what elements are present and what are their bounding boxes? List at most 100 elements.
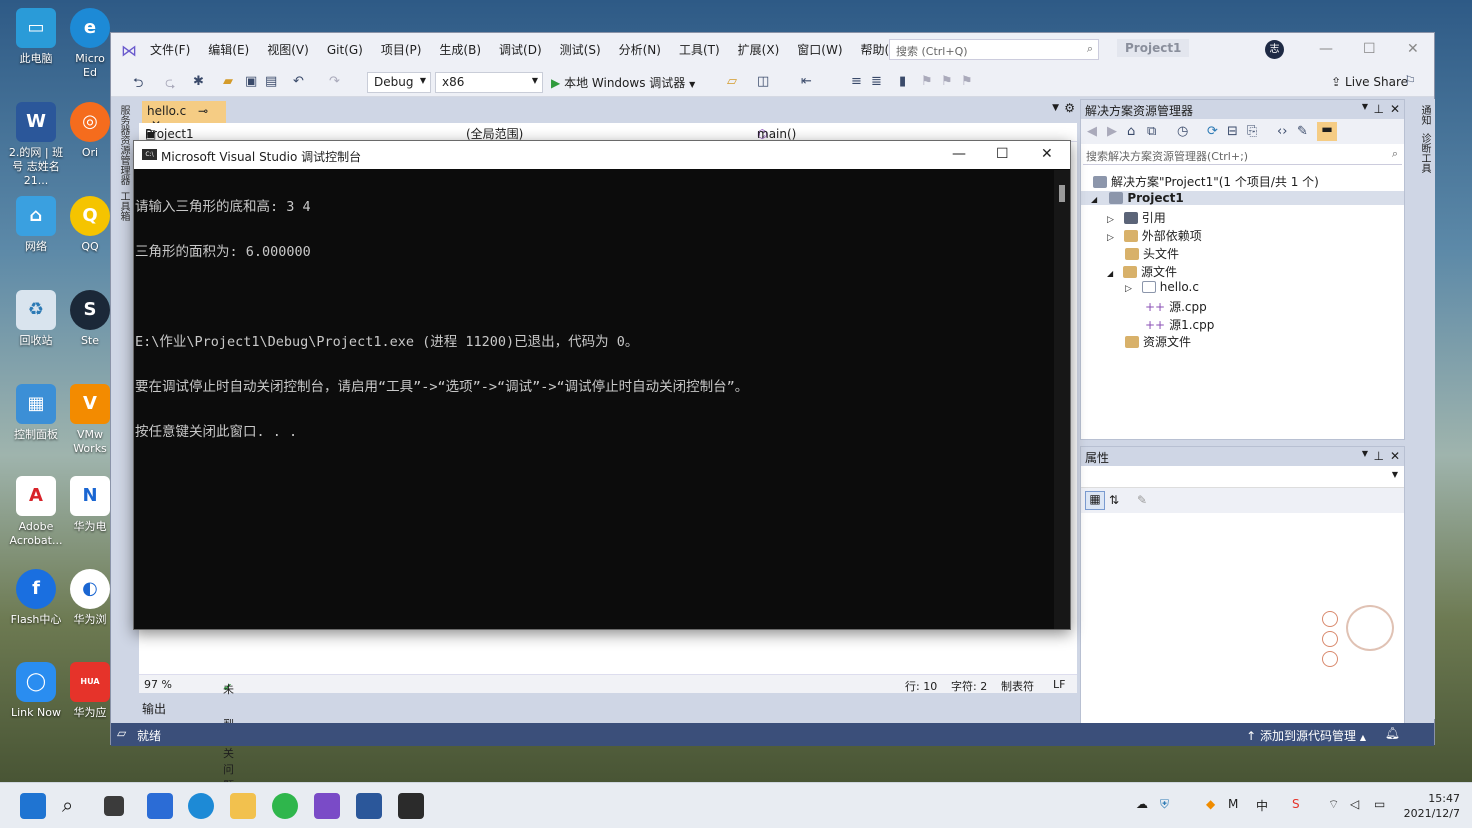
security-icon[interactable]: ⛨ <box>1160 797 1169 812</box>
tree-header-files[interactable]: 头文件 <box>1125 245 1179 262</box>
feedback-icon[interactable]: ⚐ <box>1404 74 1416 89</box>
edge-icon[interactable] <box>188 793 214 819</box>
tray-app-icon[interactable]: M <box>1228 797 1238 811</box>
avatar[interactable]: 志 <box>1265 40 1284 59</box>
widgets-icon[interactable] <box>147 793 173 819</box>
file-explorer-icon[interactable] <box>230 793 256 819</box>
desktop-icon-huawei-browser[interactable]: ◐ 华为浏 <box>70 569 110 627</box>
toolbox-tab[interactable]: 工具箱 <box>116 191 131 221</box>
output-tab[interactable]: 输出 <box>142 700 166 717</box>
desktop-icon-flash-center[interactable]: f Flash中心 <box>5 569 67 627</box>
gear-icon[interactable]: ⚙ <box>1064 101 1075 115</box>
word-icon[interactable] <box>356 793 382 819</box>
tree-references[interactable]: ▷ 引用 <box>1107 209 1166 226</box>
history-icon[interactable]: ◷ <box>1177 124 1188 139</box>
menu-window[interactable]: 窗口(W) <box>788 33 851 67</box>
wrench-icon[interactable]: ✎ <box>1297 124 1308 139</box>
onedrive-icon[interactable]: ☁ <box>1136 797 1148 811</box>
clock[interactable]: 15:47 2021/12/7 <box>1404 791 1460 821</box>
diagnostic-tools-tab[interactable]: 诊断工具 <box>1417 133 1432 173</box>
menu-analyze[interactable]: 分析(N) <box>610 33 670 67</box>
start-icon[interactable] <box>20 793 46 819</box>
close-icon[interactable]: ✕ <box>1390 102 1400 116</box>
bell-icon[interactable]: 🔔︎ <box>1385 726 1400 740</box>
console-output[interactable]: 请输入三角形的底和高: 3 4 三角形的面积为: 6.000000 ​ E:\作… <box>135 170 1054 629</box>
maximize-icon[interactable]: ☐ <box>1363 41 1376 57</box>
menu-git[interactable]: Git(G) <box>318 33 372 67</box>
ime-indicator[interactable]: 中 <box>1256 797 1268 814</box>
menu-file[interactable]: 文件(F) <box>141 33 199 67</box>
run-debugger-button[interactable]: ▶ 本地 Windows 调试器 ▼ <box>551 74 695 91</box>
tree-source-cpp[interactable]: ++ 源.cpp <box>1145 298 1207 315</box>
forward-icon[interactable]: ⮎ <box>165 74 175 96</box>
visual-studio-icon[interactable] <box>314 793 340 819</box>
console-scrollbar[interactable] <box>1054 170 1070 629</box>
alphabetical-icon[interactable]: ⇅ <box>1109 493 1119 507</box>
desktop-icon-qq[interactable]: Q QQ <box>70 196 110 254</box>
save-icon[interactable]: ▣ <box>245 74 257 89</box>
wechat-icon[interactable] <box>272 793 298 819</box>
desktop-icon-word-doc[interactable]: W 2.的网 | 班号 志姓名21... <box>5 102 67 188</box>
menu-test[interactable]: 测试(S) <box>551 33 610 67</box>
menu-extensions[interactable]: 扩展(X) <box>729 33 789 67</box>
sync-icon[interactable]: ⟳ <box>1207 124 1218 139</box>
chevron-down-icon[interactable]: ▼ <box>1362 449 1368 458</box>
undo-icon[interactable]: ↶ <box>293 74 304 89</box>
new-project-icon[interactable]: ✱ <box>193 74 204 89</box>
save-all-icon[interactable]: ▤ <box>265 74 277 89</box>
menu-debug[interactable]: 调试(D) <box>490 33 551 67</box>
task-view-icon[interactable] <box>104 796 124 816</box>
volume-icon[interactable]: ◁ <box>1350 797 1359 811</box>
desktop-icon-edge[interactable]: e Micro Ed <box>70 8 110 80</box>
show-all-files-icon[interactable]: ⎘ <box>1247 124 1257 139</box>
desktop-icon-vmware[interactable]: V VMw Works <box>70 384 110 456</box>
configuration-dropdown[interactable]: Debug ▼ <box>367 72 431 93</box>
solution-explorer-search[interactable]: 搜索解决方案资源管理器(Ctrl+;) ⌕ <box>1083 146 1402 165</box>
bookmark-icon[interactable]: ▮ <box>899 74 906 89</box>
close-icon[interactable]: ✕ <box>1407 41 1419 57</box>
screenshot-icon[interactable]: ◫ <box>757 74 769 89</box>
categorized-icon[interactable]: ▦ <box>1085 491 1105 510</box>
notifications-tab[interactable]: 通知 <box>1417 105 1432 125</box>
live-share-button[interactable]: ⇪ Live Share <box>1331 75 1408 89</box>
menu-build[interactable]: 生成(B) <box>430 33 490 67</box>
forward-icon[interactable]: ▶ <box>1107 124 1117 139</box>
chevron-down-icon[interactable]: ▼ <box>1052 103 1059 113</box>
menu-project[interactable]: 项目(P) <box>372 33 431 67</box>
tray-app-icon[interactable]: ◆ <box>1206 797 1215 811</box>
back-icon[interactable]: ⮌ <box>133 74 143 96</box>
find-in-files-icon[interactable]: ▱ <box>727 74 737 89</box>
menu-edit[interactable]: 编辑(E) <box>199 33 258 67</box>
desktop-icon-huawei-appgallery[interactable]: HUA 华为应 <box>70 662 110 720</box>
open-folder-icon[interactable]: ▰ <box>223 74 233 89</box>
platform-dropdown[interactable]: x86 ▼ <box>435 72 543 93</box>
step-icon[interactable]: ⇤ <box>801 74 812 89</box>
tray-app-icon[interactable]: S <box>1292 797 1300 811</box>
desktop-icon-network[interactable]: ⌂ 网络 <box>5 196 67 254</box>
prev-bookmark-icon[interactable]: ⚑ <box>921 74 933 89</box>
desktop-icon-acrobat[interactable]: A Adobe Acrobat... <box>5 476 67 548</box>
zoom-dropdown[interactable]: 97 % <box>144 678 172 691</box>
properties-object-dropdown[interactable]: ▼ <box>1081 466 1404 488</box>
comment-icon[interactable]: ≡ <box>851 74 862 89</box>
code-view-icon[interactable]: ‹› <box>1277 124 1287 139</box>
chevron-down-icon[interactable]: ▼ <box>1362 102 1368 111</box>
tree-resource-files[interactable]: 资源文件 <box>1125 333 1191 350</box>
desktop-icon-steam[interactable]: S Ste <box>70 290 110 348</box>
property-pages-icon[interactable]: ✎ <box>1137 493 1147 507</box>
tree-solution[interactable]: 解决方案"Project1"(1 个项目/共 1 个) <box>1093 173 1319 190</box>
line-ending-indicator[interactable]: LF <box>1053 678 1065 691</box>
battery-icon[interactable]: ▭ <box>1374 797 1385 811</box>
collapse-all-icon[interactable]: ⊟ <box>1227 124 1238 139</box>
tree-source1-cpp[interactable]: ++ 源1.cpp <box>1145 316 1214 333</box>
uncomment-icon[interactable]: ≣ <box>871 74 882 89</box>
desktop-icon-huawei-pc[interactable]: N 华为电 <box>70 476 110 534</box>
desktop-icon-this-pc[interactable]: ▭ 此电脑 <box>5 8 67 66</box>
menu-tools[interactable]: 工具(T) <box>670 33 729 67</box>
search-input[interactable]: 搜索 (Ctrl+Q) ⌕ <box>889 39 1099 60</box>
home-icon[interactable]: ⌂ <box>1127 124 1135 139</box>
server-explorer-tab[interactable]: 服务器资源管理器 <box>116 105 131 185</box>
desktop-icon-control-panel[interactable]: ▦ 控制面板 <box>5 384 67 442</box>
clear-bookmark-icon[interactable]: ⚑ <box>961 74 973 89</box>
pin-icon[interactable]: ⊥ <box>1374 449 1384 463</box>
